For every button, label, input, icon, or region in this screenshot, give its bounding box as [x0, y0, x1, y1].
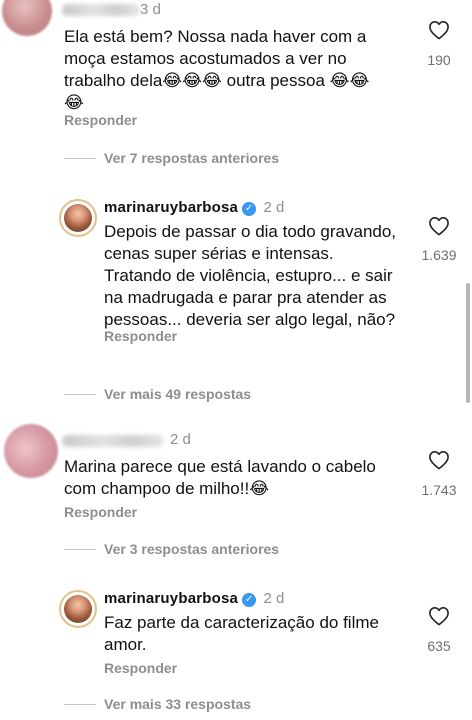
comment-text: Faz parte da caracterização do filme amo…: [104, 612, 414, 656]
divider: [64, 158, 96, 159]
comment-time: 2 d: [263, 199, 285, 216]
comment-line: 😂: [64, 93, 84, 112]
heart-outline-icon[interactable]: [428, 606, 450, 626]
username[interactable]: marinaruybarbosa: [104, 199, 238, 216]
comment-line: moça estamos acostumados a ver no: [64, 49, 347, 68]
comment-line: cenas super sérias e intensas.: [104, 244, 334, 263]
divider: [64, 394, 96, 395]
comment-line: Tratando de violência, estupro... e sair: [104, 266, 393, 285]
view-replies-button[interactable]: Ver 7 respostas anteriores: [104, 150, 279, 166]
heart-outline-icon[interactable]: [428, 450, 450, 470]
comment-line: Depois de passar o dia todo gravando,: [104, 222, 397, 241]
comment-text: Depois de passar o dia todo gravando, ce…: [104, 221, 414, 331]
comment-time: 2 d: [263, 590, 285, 607]
reply-button[interactable]: Responder: [64, 504, 137, 520]
heart-outline-icon[interactable]: [428, 20, 450, 40]
comment-time: 3 d: [140, 1, 161, 18]
reply-button[interactable]: Responder: [64, 112, 137, 128]
reply-button[interactable]: Responder: [104, 328, 177, 344]
comment-time: 2 d: [170, 431, 191, 448]
comment-line: amor.: [104, 635, 147, 654]
divider: [64, 704, 96, 705]
like-count: 635: [427, 638, 451, 654]
view-replies-button[interactable]: Ver 3 respostas anteriores: [104, 541, 279, 557]
username[interactable]: marinaruybarbosa: [104, 590, 238, 607]
like-count: 1.743: [421, 482, 457, 498]
username-blurred[interactable]: [62, 4, 140, 16]
like-count: 1.639: [421, 247, 457, 263]
scrollbar[interactable]: [466, 283, 470, 403]
avatar[interactable]: [2, 0, 52, 36]
verified-badge-icon: ✓: [242, 593, 257, 607]
like-count: 190: [427, 52, 451, 68]
comment-line: Faz parte da caracterização do filme: [104, 613, 379, 632]
avatar[interactable]: [59, 199, 97, 237]
divider: [64, 549, 96, 550]
avatar[interactable]: [4, 424, 58, 478]
view-more-replies-button[interactable]: Ver mais 33 respostas: [104, 696, 251, 712]
view-more-replies-button[interactable]: Ver mais 49 respostas: [104, 386, 251, 402]
username-blurred[interactable]: [62, 435, 164, 447]
comment-line: com champoo de milho!!😂: [64, 479, 270, 498]
comment-line: trabalho dela😂😂😂 outra pessoa 😂😂: [64, 71, 370, 90]
avatar[interactable]: [59, 590, 97, 628]
comment-text: Ela está bem? Nossa nada haver com a moç…: [64, 26, 404, 114]
comment-line: Marina parece que está lavando o cabelo: [64, 457, 376, 476]
reply-button[interactable]: Responder: [104, 660, 177, 676]
comment-text: Marina parece que está lavando o cabelo …: [64, 456, 414, 500]
verified-badge-icon: ✓: [242, 202, 257, 216]
comment-line: na madrugada e parar pra atender as: [104, 288, 387, 307]
heart-outline-icon[interactable]: [428, 216, 450, 236]
comment-line: Ela está bem? Nossa nada haver com a: [64, 27, 367, 46]
